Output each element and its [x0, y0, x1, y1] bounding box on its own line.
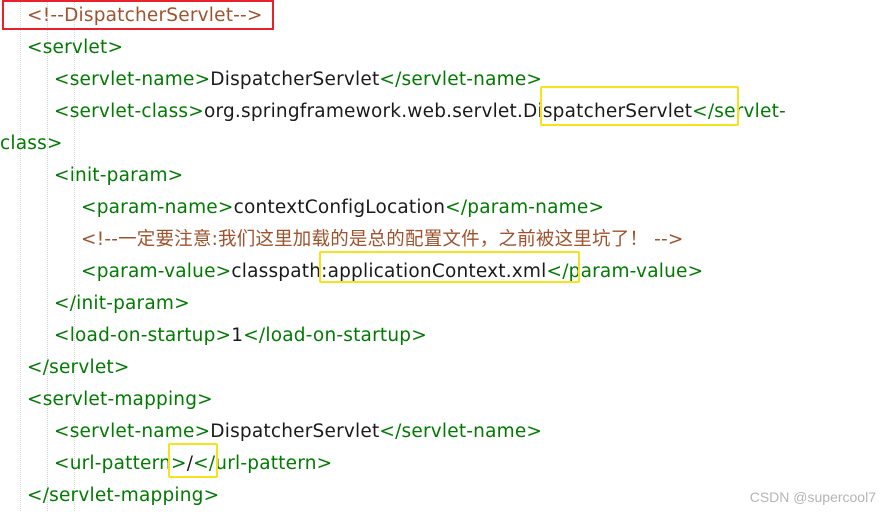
code-line: </servlet> [27, 352, 130, 384]
code-line: </servlet-mapping> [27, 480, 219, 512]
code-line: <!--一定要注意:我们这里加载的是总的配置文件，之前被这里坑了！ --> [81, 224, 684, 256]
indent-guide [20, 0, 21, 511]
xml-tag: </servlet- [692, 101, 786, 122]
code-line: <servlet-name>DispatcherServlet</servlet… [54, 416, 542, 448]
code-line: <param-value>classpath:applicationContex… [81, 256, 703, 288]
code-line: <url-pattern>/</url-pattern> [54, 448, 332, 480]
xml-tag: <url-pattern> [54, 453, 187, 474]
xml-tag: <servlet> [27, 37, 124, 58]
xml-text: classpath:applicationContext.xml [231, 261, 547, 282]
xml-tag: <servlet-class> [54, 101, 204, 122]
xml-tag: class> [0, 133, 63, 154]
xml-tag: <servlet-name> [54, 69, 211, 90]
xml-tag: <load-on-startup> [54, 325, 232, 346]
xml-text: DispatcherServlet [210, 69, 380, 90]
xml-tag: <servlet-name> [54, 421, 211, 442]
xml-tag: </init-param> [54, 293, 190, 314]
xml-tag: <param-value> [81, 261, 232, 282]
xml-tag: </servlet> [27, 357, 130, 378]
code-line: <!--DispatcherServlet--> [27, 0, 263, 32]
xml-tag: </servlet-name> [379, 421, 543, 442]
code-line: <servlet-name>DispatcherServlet</servlet… [54, 64, 542, 96]
xml-tag: </load-on-startup> [243, 325, 427, 346]
xml-tag: </servlet-mapping> [27, 485, 220, 506]
xml-text: contextConfigLocation [233, 197, 446, 218]
xml-text: 1 [231, 325, 244, 346]
xml-text: DispatcherServlet [210, 421, 380, 442]
xml-tag: <servlet-mapping> [27, 389, 213, 410]
xml-tag: <param-name> [81, 197, 234, 218]
watermark: CSDN @supercool7 [749, 489, 876, 505]
code-line: class> [0, 128, 63, 160]
code-line: <servlet-mapping> [27, 384, 213, 416]
code-line: <servlet-class>org.springframework.web.s… [54, 96, 786, 128]
code-line: <servlet> [27, 32, 123, 64]
xml-tag: </url-pattern> [193, 453, 333, 474]
indent-guide [47, 0, 48, 511]
xml-comment: <!--一定要注意:我们这里加载的是总的配置文件，之前被这里坑了！ --> [81, 229, 684, 250]
xml-tag: </param-value> [546, 261, 704, 282]
code-line: <load-on-startup>1</load-on-startup> [54, 320, 427, 352]
code-line: </init-param> [54, 288, 190, 320]
xml-tag: <init-param> [54, 165, 184, 186]
xml-text: org.springframework.web.servlet.Dispatch… [203, 101, 693, 122]
xml-comment: <!--DispatcherServlet--> [27, 5, 263, 26]
xml-tag: </param-name> [445, 197, 605, 218]
code-line: <init-param> [54, 160, 183, 192]
xml-tag: </servlet-name> [379, 69, 543, 90]
code-line: <param-name>contextConfigLocation</param… [81, 192, 604, 224]
